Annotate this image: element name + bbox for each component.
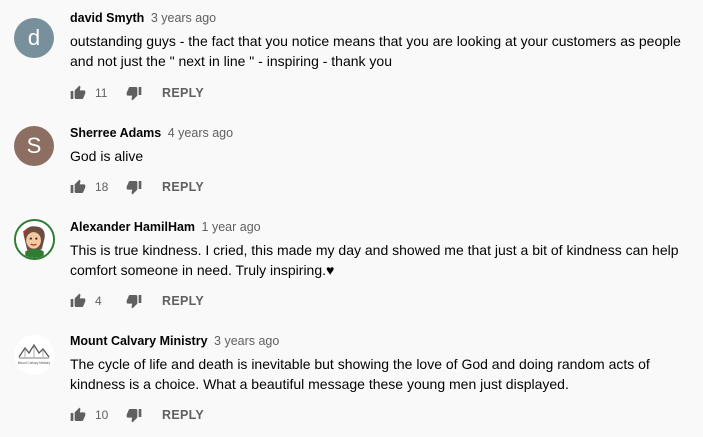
avatar[interactable]: d [14,18,54,58]
comment-text-line: and not just the " next in line " - insp… [70,53,393,69]
comment-author[interactable]: Sherree Adams [70,126,161,140]
thumbs-down-icon[interactable] [126,407,142,423]
comment-time[interactable]: 4 years ago [168,126,233,140]
reply-button[interactable]: REPLY [162,86,204,100]
comment-author[interactable]: Mount Calvary Ministry [70,334,208,348]
thumbs-down-icon[interactable] [126,293,142,309]
comment-actions: 10 REPLY [70,405,204,425]
comment-text: outstanding guys - the fact that you not… [70,31,690,71]
comment-header: Alexander HamilHam 1 year ago [70,219,690,235]
comment-text-line: This is true kindness. I cried, this mad… [70,242,679,258]
comment-author[interactable]: david Smyth [70,11,144,25]
thumbs-up-icon[interactable] [70,293,86,309]
comment-time[interactable]: 3 years ago [151,11,216,25]
avatar-letter: S [26,133,42,158]
comment-text-line: comfort someone in need. Truly inspiring… [70,262,335,278]
thumbs-up-icon[interactable] [70,179,86,195]
thumbs-up-icon[interactable] [70,85,86,101]
comment-text: This is true kindness. I cried, this mad… [70,240,690,280]
thumbs-down-icon[interactable] [126,85,142,101]
reply-button[interactable]: REPLY [162,294,204,308]
comment-header: david Smyth 3 years ago [70,10,690,26]
logo-text: Mount Calvary Ministry [18,361,51,365]
mountain-logo-icon: Mount Calvary Ministry [14,335,54,375]
like-count: 18 [95,180,109,194]
comment-text-line: The cycle of life and death is inevitabl… [70,356,650,372]
avatar[interactable] [14,219,55,260]
avatar[interactable]: S [14,126,54,166]
comment-actions: 11 REPLY [70,83,204,103]
reply-button[interactable]: REPLY [162,408,204,422]
like-count: 4 [95,294,102,308]
like-count: 11 [95,86,108,100]
comment-time[interactable]: 3 years ago [214,334,279,348]
comment-time[interactable]: 1 year ago [202,220,261,234]
comment-text-line: God is alive [70,148,144,164]
cartoon-avatar-icon [16,221,53,258]
comment-header: Sherree Adams 4 years ago [70,125,690,141]
comment-text: God is alive [70,146,690,166]
thumbs-down-icon[interactable] [126,179,142,195]
comment-author[interactable]: Alexander HamilHam [70,220,195,234]
avatar-letter: d [27,25,41,50]
comment-text-line: kindness is a choice. What a beautiful m… [70,376,569,392]
avatar[interactable]: Mount Calvary Ministry [14,335,54,375]
comment-text: The cycle of life and death is inevitabl… [70,354,690,394]
like-count: 10 [95,408,109,422]
thumbs-up-icon[interactable] [70,407,86,423]
comment-actions: 4 REPLY [70,291,204,311]
comment-header: Mount Calvary Ministry 3 years ago [70,333,690,349]
reply-button[interactable]: REPLY [162,180,204,194]
comment-text-line: outstanding guys - the fact that you not… [70,33,681,49]
comment-actions: 18 REPLY [70,177,204,197]
